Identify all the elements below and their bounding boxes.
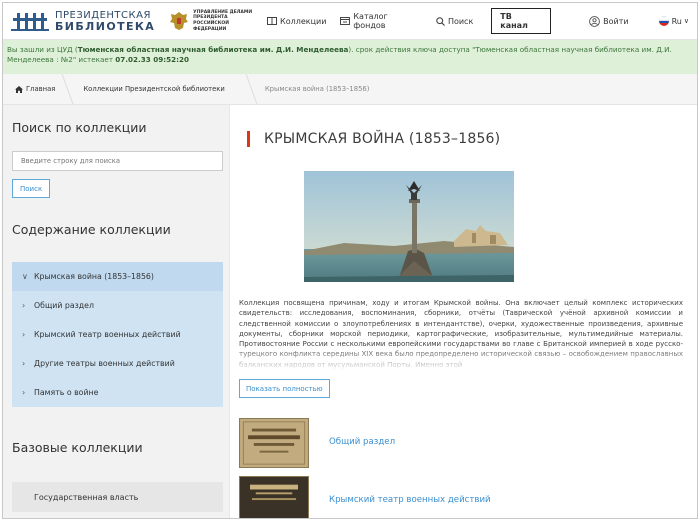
access-notice: Вы зашли из ЦУД (Тюменская областная нау… [3,40,697,74]
collection-description-text: Коллекция посвящена причинам, ходу и ито… [239,299,683,369]
tree-item-memory[interactable]: › Память о войне [12,378,223,407]
tree-item-label: Память о войне [34,388,99,397]
breadcrumb-home-label: Главная [26,85,56,93]
logo-text: ПРЕЗИДЕНТСКАЯ БИБЛИОТЕКА [55,9,156,33]
main-content: КРЫМСКАЯ ВОЙНА (1853–1856) Коллекция пос… [230,105,697,518]
logo-line1: ПРЕЗИДЕНТСКАЯ [55,9,151,21]
admin-line2: РОССИЙСКОЙ ФЕДЕРАЦИИ [193,21,229,32]
chevron-right-icon: › [22,388,26,397]
tree-item-other-theatres[interactable]: › Другие театры военных действий [12,349,223,378]
notice-organization: Тюменская областная научная библиотека и… [77,45,349,54]
nav-collections-label: Коллекции [280,16,327,26]
collection-cover-image [304,171,514,282]
sidebar: Поиск по коллекции Поиск Содержание колл… [3,105,230,518]
notice-expiry: 07.02.33 09:52:20 [115,55,190,65]
presidential-library-logo[interactable]: ПРЕЗИДЕНТСКАЯ БИБЛИОТЕКА [11,10,155,32]
base-collections-heading: Базовые коллекции [12,440,143,455]
collection-search-input[interactable] [12,151,223,171]
tv-channel-button[interactable]: ТВ канал [491,8,552,34]
language-selector[interactable]: Ru ∨ [658,16,689,26]
collection-tree: ∨ Крымская война (1853–1856) › Общий раз… [12,262,223,407]
nav-search-label: Поиск [447,16,474,26]
item-link[interactable]: Крымский театр военных действий [329,495,491,505]
item-link[interactable]: Общий раздел [329,437,395,447]
chevron-down-icon: ∨ [683,17,689,25]
site-header: ПРЕЗИДЕНТСКАЯ БИБЛИОТЕКА УПРАВЛЕНИЕ ДЕЛА… [3,3,697,40]
administration-label[interactable]: УПРАВЛЕНИЕ ДЕЛАМИ ПРЕЗИДЕНТА РОССИЙСКОЙ … [193,10,257,33]
home-icon [15,85,23,93]
contents-heading: Содержание коллекции [12,222,171,237]
list-item[interactable]: Общий раздел [239,418,683,476]
logo-line2: БИБЛИОТЕКА [55,19,156,33]
chevron-down-icon: ∨ [22,272,28,281]
search-heading: Поиск по коллекции [12,120,147,135]
chevron-right-icon: › [22,301,26,310]
base-collection-item[interactable]: Государственная власть [12,482,223,512]
page-title-text: КРЫМСКАЯ ВОЙНА (1853–1856) [264,131,501,147]
show-full-button[interactable]: Показать полностью [239,379,330,398]
login-label: Войти [603,16,629,26]
breadcrumb-collections-label: Коллекции Президентской библиотеки [83,85,225,93]
coat-of-arms-icon [170,12,189,30]
title-accent-bar [247,131,250,147]
breadcrumb: Главная Коллекции Президентской библиоте… [3,74,697,105]
tree-item-crimean-war[interactable]: ∨ Крымская война (1853–1856) [12,262,223,291]
tree-item-label: Крымская война (1853–1856) [34,272,154,281]
nav-catalog-label: Каталог фондов [353,12,388,30]
library-logo-icon [11,10,51,32]
breadcrumb-collections[interactable]: Коллекции Президентской библиотеки [67,74,250,104]
nav-catalog[interactable]: Каталог фондов [340,12,422,30]
breadcrumb-home[interactable]: Главная [3,74,67,104]
search-icon [436,16,445,26]
chevron-right-icon: › [22,330,26,339]
catalog-icon [340,17,351,25]
nav-collections[interactable]: Коллекции [267,17,326,26]
notice-prefix: Вы зашли из ЦУД ( [7,45,78,54]
nav-search[interactable]: Поиск [436,17,473,26]
collection-description: Коллекция посвящена причинам, ходу и ито… [239,298,683,372]
russian-flag-icon [658,16,669,26]
page-title: КРЫМСКАЯ ВОЙНА (1853–1856) [247,131,683,147]
tree-item-general[interactable]: › Общий раздел [12,291,223,320]
main-nav: Коллекции Каталог фондов Поиск [267,12,487,30]
page-content: Поиск по коллекции Поиск Содержание колл… [3,105,697,518]
language-label: Ru [671,16,682,26]
tree-item-crimean-theatre[interactable]: › Крымский театр военных действий [12,320,223,349]
collections-icon [267,17,278,25]
breadcrumb-current: Крымская война (1853–1856) [251,74,382,104]
user-icon [589,15,600,27]
list-item[interactable]: Крымский театр военных действий [239,476,683,518]
chevron-right-icon: › [22,359,26,368]
search-button[interactable]: Поиск [12,179,51,198]
browser-frame: ПРЕЗИДЕНТСКАЯ БИБЛИОТЕКА УПРАВЛЕНИЕ ДЕЛА… [2,2,698,519]
admin-line1: УПРАВЛЕНИЕ ДЕЛАМИ ПРЕЗИДЕНТА [193,9,253,21]
book-cover-thumbnail [239,476,309,518]
breadcrumb-current-label: Крымская война (1853–1856) [264,85,370,93]
login-button[interactable]: Войти [589,15,629,27]
tree-item-label: Другие театры военных действий [34,359,175,368]
tree-item-label: Крымский театр военных действий [34,330,181,339]
tree-item-label: Общий раздел [34,301,94,310]
book-cover-thumbnail [239,418,309,468]
